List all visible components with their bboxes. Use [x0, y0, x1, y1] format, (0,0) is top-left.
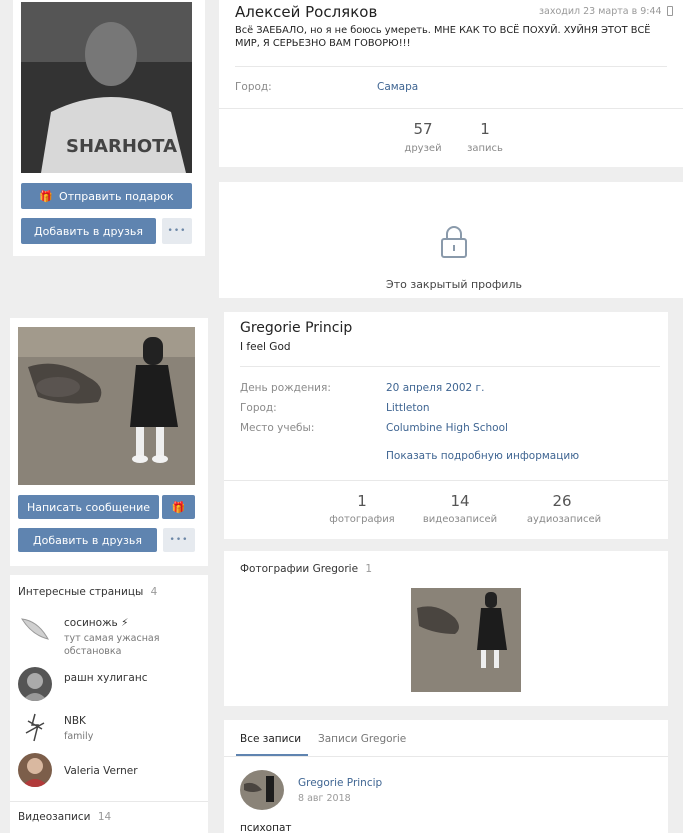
videos-count: 14	[97, 811, 112, 823]
city-label: Город:	[240, 402, 277, 414]
audios-counter-num[interactable]: 26	[522, 492, 602, 510]
page-sub-0: тут самая ужасная обстановка	[64, 633, 160, 657]
send-message-label: Написать сообщение	[26, 500, 151, 514]
page-avatar-nbk[interactable]	[18, 711, 52, 745]
interesting-pages-title[interactable]: Интересные страницы 4	[18, 586, 157, 598]
videos-counter-label[interactable]: видеозаписей	[414, 514, 506, 525]
profile2-avatar-image	[18, 327, 195, 485]
nbk-figure-icon	[25, 713, 45, 742]
audios-counter-label[interactable]: аудиозаписей	[518, 514, 610, 525]
wall-tab-all[interactable]: Все записи	[240, 733, 301, 745]
profile1-counter-posts-num[interactable]: 1	[445, 120, 525, 138]
profile2-name: Gregorie Princip	[240, 320, 353, 336]
lock-icon	[441, 226, 467, 258]
photos-block-title[interactable]: Фотографии Gregorie 1	[240, 563, 372, 575]
profile2-gift-button[interactable]: 🎁	[162, 495, 195, 519]
profile2-more-button[interactable]: •••	[163, 528, 195, 552]
profile2-add-friend-label: Добавить в друзья	[33, 533, 142, 547]
photos-title-text: Фотографии Gregorie	[240, 563, 359, 575]
profile1-status: Всё ЗАЕБАЛО, но я не боюсь умереть. МНЕ …	[235, 25, 651, 49]
interesting-pages-count: 4	[150, 586, 158, 598]
profile1-divider-2	[219, 108, 683, 109]
post-date[interactable]: 8 авг 2018	[298, 793, 351, 804]
videos-counter-num[interactable]: 14	[420, 492, 500, 510]
closed-profile-text: Это закрытый профиль	[386, 278, 522, 291]
videos-block-title[interactable]: Видеозаписи 14	[18, 811, 111, 823]
profile1-closed-card: Это закрытый профиль	[219, 182, 683, 298]
post-author-avatar[interactable]	[240, 770, 284, 810]
profile2-divider-2	[224, 480, 668, 481]
page-avatar-valeria[interactable]	[18, 753, 52, 787]
profile2-avatar-photo[interactable]	[18, 327, 195, 485]
show-more-info-link[interactable]: Показать подробную информацию	[386, 450, 579, 462]
wall-tab-own[interactable]: Записи Gregorie	[318, 733, 406, 745]
photos-block: Фотографии Gregorie 1	[224, 551, 668, 706]
more-dots-icon: •••	[169, 535, 189, 545]
profile1-avatar-image: SHARHOTA	[21, 2, 192, 173]
profile1-city-label: Город:	[235, 81, 272, 93]
interesting-pages-block: Интересные страницы 4 сосиножь ⚡ тут сам…	[10, 575, 208, 833]
birthday-label: День рождения:	[240, 382, 331, 394]
post-author-name[interactable]: Gregorie Princip	[298, 777, 382, 789]
profile1-last-seen: заходил 23 марта в 9:44	[539, 6, 662, 17]
videos-title-text: Видеозаписи	[18, 811, 91, 823]
page-avatar-sosinozh[interactable]	[18, 613, 52, 643]
page-avatar-rashn[interactable]	[18, 667, 52, 701]
page-sub-2: family	[64, 731, 94, 742]
profile1-more-button[interactable]: •••	[162, 218, 192, 244]
profile1-divider	[235, 66, 667, 67]
more-dots-icon: •••	[167, 226, 187, 236]
profile1-counter-posts-label[interactable]: запись	[445, 143, 525, 154]
wall-block: Все записи Записи Gregorie Gregorie Prin…	[224, 720, 668, 833]
profile1-city-value[interactable]: Самара	[377, 81, 418, 93]
mobile-icon	[667, 6, 673, 16]
wall-divider	[224, 756, 668, 757]
profile1-add-friend-button[interactable]: Добавить в друзья	[21, 218, 156, 244]
post-text: психопат	[240, 822, 292, 833]
school-value[interactable]: Columbine High School	[386, 422, 508, 434]
interesting-pages-title-text: Интересные страницы	[18, 586, 144, 598]
valeria-avatar-image	[21, 758, 49, 787]
page-name-3[interactable]: Valeria Verner	[64, 765, 138, 777]
profile2-info-card: Gregorie Princip I feel God День рождени…	[224, 312, 668, 539]
profile1-avatar-photo[interactable]: SHARHOTA	[21, 2, 192, 173]
page-name-1[interactable]: рашн хулиганс	[64, 672, 147, 684]
post-author-avatar-image	[244, 776, 274, 802]
photos-counter-num[interactable]: 1	[322, 492, 402, 510]
send-gift-button[interactable]: 🎁 Отправить подарок	[21, 183, 192, 209]
school-label: Место учебы:	[240, 422, 315, 434]
profile1-name: Алексей Росляков	[235, 3, 378, 21]
photos-count: 1	[365, 563, 373, 575]
svg-text:SHARHOTA: SHARHOTA	[66, 136, 177, 157]
send-gift-label: Отправить подарок	[59, 189, 174, 203]
send-message-button[interactable]: Написать сообщение	[18, 495, 159, 519]
profile1-info-card: Алексей Росляков заходил 23 марта в 9:44…	[219, 0, 683, 167]
birthday-value[interactable]: 20 апреля 2002 г.	[386, 382, 484, 394]
gift-icon: 🎁	[171, 500, 186, 514]
videos-divider	[10, 801, 208, 802]
feather-icon	[21, 618, 49, 640]
page-name-0[interactable]: сосиножь ⚡	[64, 617, 128, 629]
profile2-status: I feel God	[240, 341, 291, 353]
photo-thumbnail-image	[411, 588, 521, 692]
page-name-2[interactable]: NBK	[64, 715, 86, 727]
city-value[interactable]: Littleton	[386, 402, 430, 414]
photo-thumbnail[interactable]	[411, 588, 521, 692]
profile1-add-friend-label: Добавить в друзья	[34, 224, 143, 238]
rashn-avatar-image	[22, 673, 48, 701]
profile2-add-friend-button[interactable]: Добавить в друзья	[18, 528, 157, 552]
photos-counter-label[interactable]: фотография	[322, 514, 402, 525]
profile2-divider	[240, 366, 660, 367]
gift-icon: 🎁	[39, 189, 54, 203]
